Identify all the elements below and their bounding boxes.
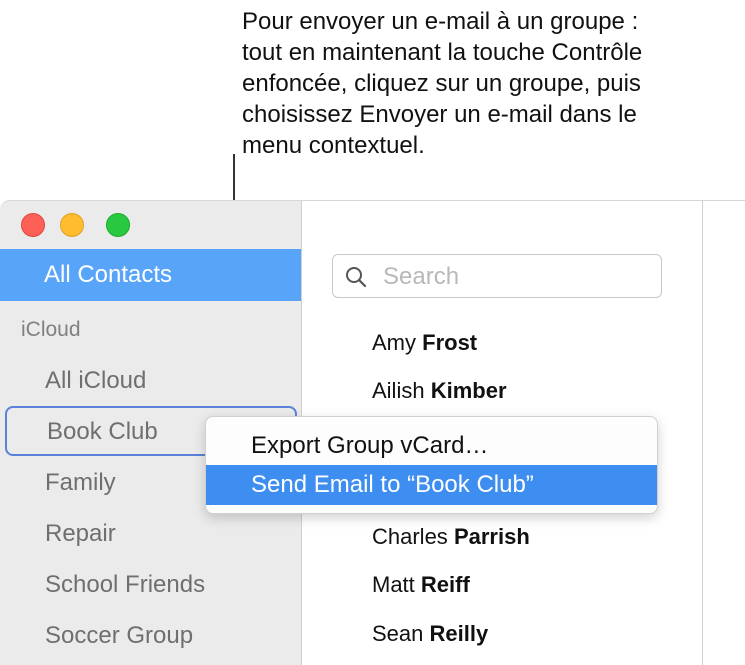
search-field[interactable]: Search	[332, 254, 662, 298]
contact-last-name: Frost	[422, 330, 478, 355]
search-icon	[346, 267, 367, 288]
sidebar-item-school-friends[interactable]: School Friends	[45, 571, 205, 599]
contact-row[interactable]: Charles Parrish	[372, 524, 530, 550]
contact-row[interactable]: Ailish Kimber	[372, 378, 507, 404]
contact-last-name: Reiff	[420, 572, 470, 597]
sidebar-item-soccer-group[interactable]: Soccer Group	[45, 622, 193, 650]
contact-first-name: Ailish	[372, 378, 425, 403]
sidebar-item-label: All Contacts	[44, 261, 173, 288]
export-group-vcard-menu-item[interactable]: Export Group vCard…	[206, 426, 657, 466]
sidebar-item-all-icloud[interactable]: All iCloud	[45, 367, 146, 395]
contact-first-name: Matt	[372, 572, 415, 597]
sidebar-item-all-contacts[interactable]: All Contacts	[0, 249, 301, 301]
zoom-window-button[interactable]	[106, 213, 130, 237]
contact-first-name: Sean	[372, 621, 424, 646]
contact-last-name: Reilly	[429, 621, 489, 646]
sidebar-item-family[interactable]: Family	[45, 469, 116, 497]
callout-text: Pour envoyer un e-mail à un groupe : tou…	[242, 6, 742, 161]
callout-line: Pour envoyer un e-mail à un groupe :	[242, 8, 639, 35]
contact-last-name: Parrish	[453, 524, 530, 549]
send-email-to-group-menu-item[interactable]: Send Email to “Book Club”	[206, 465, 657, 505]
contact-row[interactable]: Amy Frost	[372, 330, 477, 356]
sidebar-item-label: Book Club	[47, 418, 158, 445]
callout-line: choisissez Envoyer un e-mail dans le	[242, 101, 637, 128]
context-menu: Export Group vCard… Send Email to “Book …	[205, 416, 658, 514]
callout-line: menu contextuel.	[242, 132, 425, 159]
sidebar-item-repair[interactable]: Repair	[45, 520, 116, 548]
contact-row[interactable]: Sean Reilly	[372, 621, 488, 647]
contact-first-name: Charles	[372, 524, 448, 549]
contact-detail-pane	[703, 200, 745, 665]
contact-row[interactable]: Matt Reiff	[372, 572, 470, 598]
callout-line: tout en maintenant la touche Contrôle	[242, 39, 643, 66]
sidebar-section-icloud: iCloud	[21, 318, 81, 341]
close-window-button[interactable]	[21, 213, 45, 237]
search-placeholder: Search	[383, 263, 460, 290]
contact-first-name: Amy	[372, 330, 416, 355]
callout-line: enfoncée, cliquez sur un groupe, puis	[242, 70, 641, 97]
contact-last-name: Kimber	[430, 378, 507, 403]
minimize-window-button[interactable]	[60, 213, 84, 237]
